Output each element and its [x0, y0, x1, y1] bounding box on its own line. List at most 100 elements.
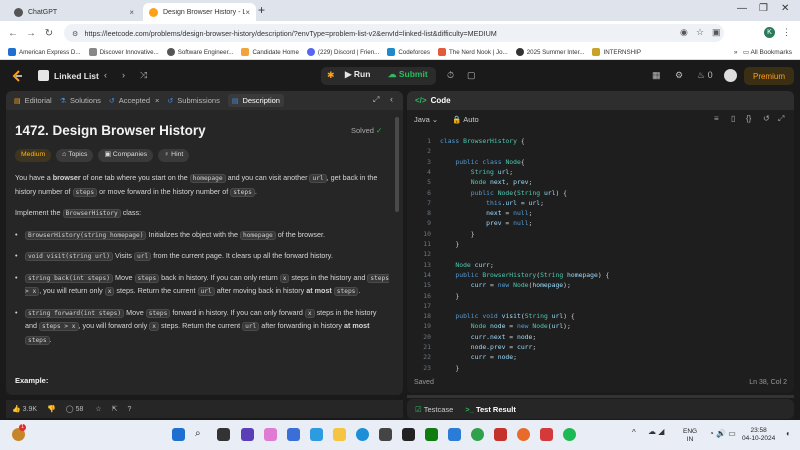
panel-divider[interactable]: [407, 395, 794, 398]
autocomplete-toggle[interactable]: 🔒 Auto: [452, 115, 478, 124]
teams-icon[interactable]: [241, 428, 254, 441]
language-indicator[interactable]: ENG IN: [683, 428, 697, 444]
tab-submissions[interactable]: ↺ Submissions: [167, 96, 219, 105]
copilot-icon[interactable]: [264, 428, 277, 441]
code-line[interactable]: public Node(String url) {: [440, 188, 567, 198]
clock[interactable]: 23:58 04-10-2024: [742, 427, 775, 443]
search-icon[interactable]: ⌕: [195, 428, 208, 441]
format-icon[interactable]: ≡: [714, 114, 719, 123]
close-window-icon[interactable]: ✕: [781, 3, 789, 14]
code-line[interactable]: public class Node{: [440, 157, 524, 167]
fullscreen-icon[interactable]: ⤢: [778, 114, 784, 124]
eye-icon[interactable]: ◉: [680, 27, 688, 38]
forward-icon[interactable]: →: [22, 28, 40, 39]
problem-list-title[interactable]: Linked List: [54, 71, 99, 81]
tab-editorial[interactable]: ▤ Editorial: [14, 96, 52, 105]
premium-button[interactable]: Premium: [744, 67, 794, 85]
code-line[interactable]: curr = node;: [440, 352, 517, 362]
code-line[interactable]: }: [440, 363, 459, 373]
code-line[interactable]: curr = new Node(homepage);: [440, 280, 571, 290]
next-problem-icon[interactable]: ›: [122, 70, 125, 80]
wifi-icon[interactable]: ◔ 🔊 ▭: [709, 429, 736, 438]
code-line[interactable]: class BrowserHistory {: [440, 136, 525, 146]
submit-button[interactable]: ☁ Submit: [388, 69, 428, 80]
telegram-icon[interactable]: [310, 428, 323, 441]
topics-chip[interactable]: ⌂ Topics: [56, 149, 94, 162]
task-view-icon[interactable]: [217, 428, 230, 441]
bookmark-item[interactable]: (229) Discord | Frien...: [306, 48, 379, 56]
prev-problem-icon[interactable]: ‹: [104, 70, 107, 80]
profile-avatar[interactable]: K: [764, 27, 775, 38]
bookmark-item[interactable]: Codeforces: [387, 48, 430, 56]
notifications-icon[interactable]: ◐: [786, 429, 791, 438]
code-line[interactable]: node.prev = curr;: [440, 342, 536, 352]
edge-icon[interactable]: [356, 428, 369, 441]
tab-testcase[interactable]: ☑ Testcase: [415, 405, 453, 414]
close-tab-icon[interactable]: ×: [129, 8, 134, 17]
code-line[interactable]: next = null;: [440, 208, 532, 218]
code-line[interactable]: String url;: [440, 167, 513, 177]
back-icon[interactable]: ←: [4, 28, 22, 39]
maximize-icon[interactable]: ❐: [759, 3, 768, 14]
vscode-icon[interactable]: [448, 428, 461, 441]
bookmark-item[interactable]: American Express D...: [8, 48, 81, 56]
tab-accepted[interactable]: ↺ Accepted ×: [109, 96, 160, 105]
tab-test-result[interactable]: >_ Test Result: [465, 405, 516, 414]
firefox-icon[interactable]: [517, 428, 530, 441]
bookmark-item[interactable]: Candidate Home: [241, 48, 299, 56]
new-tab-icon[interactable]: +: [258, 3, 265, 17]
companies-chip[interactable]: ▣ Companies: [98, 149, 154, 162]
hint-chip[interactable]: ♀ Hint: [158, 149, 190, 162]
star-icon[interactable]: ☆: [95, 405, 101, 413]
code-line[interactable]: curr.next = node;: [440, 332, 536, 342]
streak-icon[interactable]: ♨ 0: [697, 70, 713, 81]
tray-icons[interactable]: ☁ ◢: [648, 427, 664, 436]
site-info-icon[interactable]: ⚙: [72, 29, 78, 38]
notes-icon[interactable]: ▢: [467, 70, 476, 81]
language-select[interactable]: Java ⌄: [414, 115, 438, 124]
timer-icon[interactable]: ⏱: [447, 70, 454, 81]
reload-icon[interactable]: ↻: [40, 28, 58, 39]
browser-tab-leetcode[interactable]: Design Browser History - LeetC ×: [143, 3, 256, 21]
all-bookmarks[interactable]: » ▭ All Bookmarks: [734, 48, 792, 56]
code-editor[interactable]: 1 class BrowserHistory {2 3 public class N…: [407, 134, 794, 372]
avatar[interactable]: [724, 69, 737, 82]
code-line[interactable]: Node next, prev;: [440, 177, 533, 187]
start-icon[interactable]: [172, 428, 185, 441]
star-icon[interactable]: ☆: [696, 27, 704, 38]
minimize-icon[interactable]: —: [737, 3, 747, 14]
settings-icon[interactable]: ⚙: [675, 70, 683, 81]
menu-icon[interactable]: ⋮: [782, 27, 791, 38]
app-icon[interactable]: [540, 428, 553, 441]
tab-solutions[interactable]: ⚗ Solutions: [60, 96, 101, 105]
gmail-icon[interactable]: [494, 428, 507, 441]
code-line[interactable]: }: [440, 229, 475, 239]
help-icon[interactable]: ?: [128, 406, 132, 413]
code-line[interactable]: Node node = new Node(url);: [440, 321, 571, 331]
collapse-icon[interactable]: ‹: [390, 94, 393, 104]
run-button[interactable]: ▶ Run: [345, 69, 370, 80]
bookmark-item[interactable]: 2025 Summer Inter...: [515, 48, 584, 56]
address-bar[interactable]: ⚙ https://leetcode.com/problems/design-b…: [64, 24, 724, 42]
share-icon[interactable]: ⇱: [112, 405, 118, 413]
spotify-icon[interactable]: [563, 428, 576, 441]
tray-chevron-icon[interactable]: ^: [632, 428, 636, 437]
close-tab-icon[interactable]: ×: [245, 8, 250, 17]
chrome-icon[interactable]: [471, 428, 484, 441]
camera-icon[interactable]: [287, 428, 300, 441]
bookmark-item[interactable]: Discover Innovative...: [88, 48, 159, 56]
bookmark-item[interactable]: Software Engineer...: [166, 48, 233, 56]
code-line[interactable]: this.url = url;: [440, 198, 544, 208]
file-explorer-icon[interactable]: [333, 428, 346, 441]
browser-tab-chatgpt[interactable]: ChatGPT ×: [8, 3, 140, 21]
shuffle-icon[interactable]: ⤨: [140, 70, 147, 81]
code-line[interactable]: prev = null;: [440, 218, 532, 228]
bookmark-item[interactable]: The Nerd Nook | Jo...: [437, 48, 508, 56]
code-line[interactable]: public BrowserHistory(String homepage) {: [440, 270, 609, 280]
debug-icon[interactable]: ✱: [327, 70, 335, 81]
comments-button[interactable]: ◯ 58: [66, 405, 84, 413]
braces-icon[interactable]: {}: [746, 114, 751, 123]
like-button[interactable]: 👍 3.9K: [12, 405, 37, 413]
bookmark-folder[interactable]: INTERNSHIP: [592, 48, 641, 56]
expand-icon[interactable]: ⤢: [373, 95, 379, 105]
